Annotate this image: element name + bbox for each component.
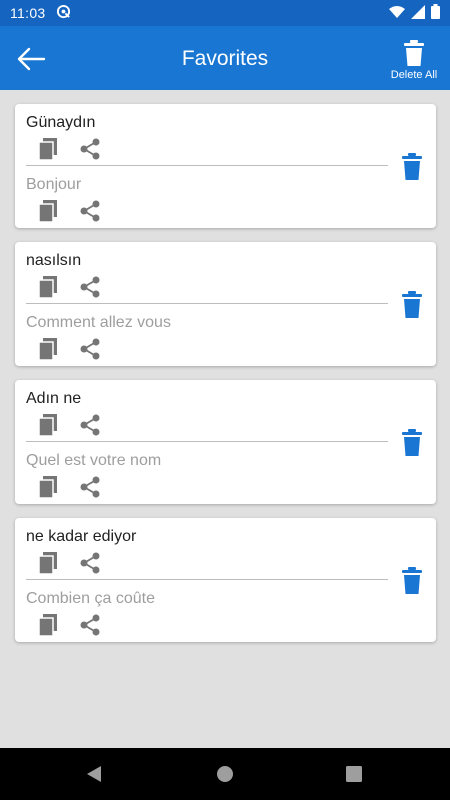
favorite-card: nasılsın Comment allez vous (15, 242, 436, 366)
status-bar: 11:03 (0, 0, 450, 26)
delete-all-button[interactable]: Delete All (386, 40, 442, 81)
copy-translation-button[interactable] (35, 474, 61, 500)
page-title: Favorites (181, 47, 269, 70)
share-translation-button[interactable] (77, 612, 103, 638)
copy-icon (39, 138, 57, 160)
divider (26, 579, 388, 580)
favorite-card: Adın ne Quel est votre nom (15, 380, 436, 504)
cellular-icon (411, 4, 425, 22)
copy-icon (39, 476, 57, 498)
copy-translation-button[interactable] (35, 336, 61, 362)
nav-recents-button[interactable] (340, 760, 368, 788)
share-icon (80, 338, 100, 360)
copy-icon (39, 338, 57, 360)
favorite-card: Günaydın Bonjour (15, 104, 436, 228)
copy-translation-button[interactable] (35, 198, 61, 224)
favorites-list[interactable]: Günaydın Bonjour nasılsın Comment allez … (0, 90, 450, 748)
divider (26, 441, 388, 442)
trash-icon (402, 290, 422, 318)
delete-favorite-button[interactable] (399, 564, 425, 596)
trash-icon (404, 40, 424, 66)
trash-icon (402, 152, 422, 180)
nav-back-button[interactable] (80, 760, 108, 788)
share-translation-button[interactable] (77, 198, 103, 224)
translation-text: Quel est votre nom (26, 452, 162, 469)
share-icon (80, 476, 100, 498)
battery-icon (431, 4, 440, 22)
copy-source-button[interactable] (35, 136, 61, 162)
translation-text: Bonjour (26, 176, 82, 193)
share-icon (80, 552, 100, 574)
share-icon (80, 614, 100, 636)
share-source-button[interactable] (77, 412, 103, 438)
copy-icon (39, 276, 57, 298)
share-source-button[interactable] (77, 550, 103, 576)
status-left: 11:03 (10, 4, 71, 22)
share-translation-button[interactable] (77, 474, 103, 500)
delete-favorite-button[interactable] (399, 288, 425, 320)
translation-text: Combien ça coûte (26, 590, 155, 607)
copy-source-button[interactable] (35, 274, 61, 300)
home-circle-icon (217, 766, 233, 782)
share-source-button[interactable] (77, 274, 103, 300)
share-icon (80, 200, 100, 222)
share-icon (80, 138, 100, 160)
copy-icon (39, 614, 57, 636)
source-text: Adın ne (26, 390, 82, 407)
status-time: 11:03 (10, 5, 46, 21)
copy-source-button[interactable] (35, 550, 61, 576)
share-translation-button[interactable] (77, 336, 103, 362)
favorite-card: ne kadar ediyor Combien ça coûte (15, 518, 436, 642)
trash-icon (402, 566, 422, 594)
copy-icon (39, 414, 57, 436)
recents-square-icon (346, 766, 362, 782)
share-icon (80, 414, 100, 436)
source-text: Günaydın (26, 114, 96, 131)
copy-source-button[interactable] (35, 412, 61, 438)
divider (26, 165, 388, 166)
source-text: nasılsın (26, 252, 82, 269)
status-right (389, 4, 440, 22)
delete-favorite-button[interactable] (399, 150, 425, 182)
app-bar: Favorites Delete All (0, 26, 450, 90)
translation-text: Comment allez vous (26, 314, 171, 331)
copy-translation-button[interactable] (35, 612, 61, 638)
delete-all-label: Delete All (390, 69, 438, 81)
share-source-button[interactable] (77, 136, 103, 162)
trash-icon (402, 428, 422, 456)
share-icon (80, 276, 100, 298)
back-triangle-icon (87, 766, 101, 782)
copy-icon (39, 552, 57, 574)
wifi-icon (389, 5, 405, 21)
vpn-icon (56, 4, 71, 22)
nav-home-button[interactable] (211, 760, 239, 788)
source-text: ne kadar ediyor (26, 528, 137, 545)
delete-favorite-button[interactable] (399, 426, 425, 458)
copy-icon (39, 200, 57, 222)
divider (26, 303, 388, 304)
navigation-bar (0, 748, 450, 800)
